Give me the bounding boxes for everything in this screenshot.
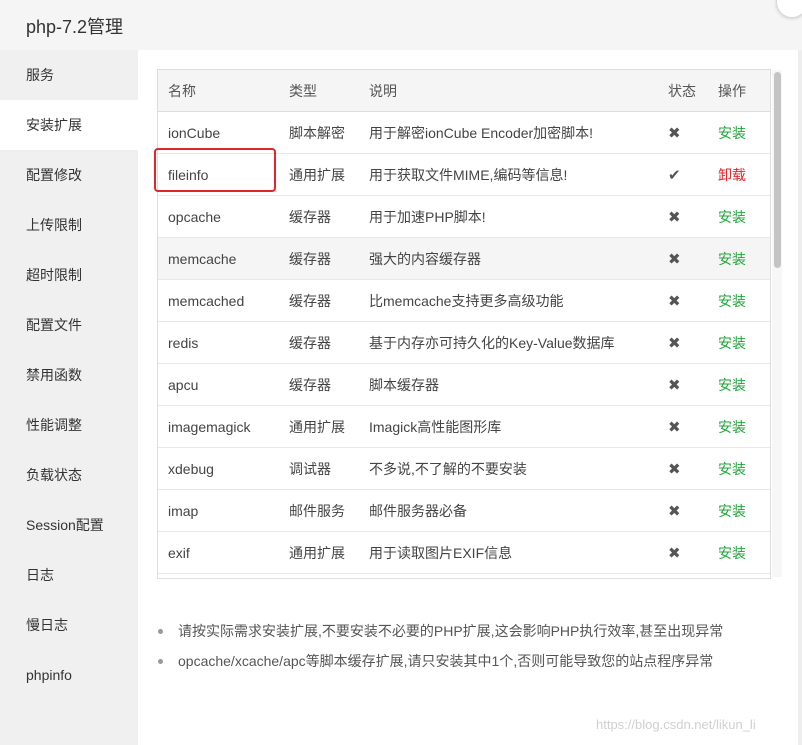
- ext-desc-cell: 邮件服务器必备: [359, 489, 658, 532]
- sidebar-item-timeout-limit[interactable]: 超时限制: [0, 250, 138, 300]
- ext-name-cell: xdebug: [158, 447, 279, 490]
- status-cross-icon: ✖: [658, 489, 708, 532]
- sidebar-item-session-config[interactable]: Session配置: [0, 500, 138, 550]
- install-button[interactable]: 安装: [708, 279, 770, 322]
- table-row: apcu 缓存器 脚本缓存器 ✖ 安装: [158, 363, 770, 406]
- status-check-icon: ✔: [658, 153, 708, 196]
- sidebar: 服务 安装扩展 配置修改 上传限制 超时限制 配置文件 禁用函数 性能调整 负载…: [0, 50, 138, 745]
- header-type: 类型: [279, 70, 359, 112]
- status-cross-icon: ✖: [658, 405, 708, 448]
- install-button[interactable]: 安装: [708, 447, 770, 490]
- install-button[interactable]: 安装: [708, 531, 770, 574]
- ext-name-cell: imap: [158, 489, 279, 532]
- install-button[interactable]: 安装: [708, 489, 770, 532]
- ext-desc-cell: 比memcache支持更多高级功能: [359, 279, 658, 322]
- ext-desc-cell: 用于读取图片EXIF信息: [359, 531, 658, 574]
- table-row: opcache 缓存器 用于加速PHP脚本! ✖ 安装: [158, 195, 770, 238]
- status-cross-icon: ✖: [658, 195, 708, 238]
- notes-list: 请按实际需求安装扩展,不要安装不必要的PHP扩展,这会影响PHP执行效率,甚至出…: [158, 616, 723, 676]
- ext-type-cell: 缓存器: [279, 237, 359, 280]
- ext-desc-cell: 脚本缓存器: [359, 363, 658, 406]
- ext-desc-cell: Imagick高性能图形库: [359, 405, 658, 448]
- ext-type-cell: 通用扩展: [279, 153, 359, 196]
- install-button[interactable]: 安装: [708, 405, 770, 448]
- table-header-row: 名称 类型 说明 状态 操作: [158, 70, 770, 112]
- status-cross-icon: ✖: [658, 573, 708, 578]
- sidebar-item-performance[interactable]: 性能调整: [0, 400, 138, 450]
- ext-type-cell: 通用扩展: [279, 531, 359, 574]
- install-button[interactable]: 安装: [708, 237, 770, 280]
- header-desc: 说明: [359, 70, 658, 112]
- install-button[interactable]: 安装: [708, 573, 770, 578]
- sidebar-item-phpinfo[interactable]: phpinfo: [0, 650, 138, 700]
- status-cross-icon: ✖: [658, 111, 708, 154]
- status-cross-icon: ✖: [658, 531, 708, 574]
- status-cross-icon: ✖: [658, 279, 708, 322]
- status-cross-icon: ✖: [658, 237, 708, 280]
- ext-type-cell: 脚本解密: [279, 111, 359, 154]
- ext-name-cell: opcache: [158, 195, 279, 238]
- table-row: xdebug 调试器 不多说,不了解的不要安装 ✖ 安装: [158, 447, 770, 490]
- highlight-annotation: [154, 148, 276, 192]
- watermark: https://blog.csdn.net/likun_li: [596, 717, 756, 732]
- sidebar-item-disabled-functions[interactable]: 禁用函数: [0, 350, 138, 400]
- ext-type-cell: 通用扩展: [279, 405, 359, 448]
- uninstall-button[interactable]: 卸载: [708, 153, 770, 196]
- header-name: 名称: [158, 70, 279, 112]
- modal-header: php-7.2管理: [0, 0, 802, 51]
- table-row: redis 缓存器 基于内存亦可持久化的Key-Value数据库 ✖ 安装: [158, 321, 770, 364]
- sidebar-item-service[interactable]: 服务: [0, 50, 138, 100]
- ext-type-cell: 邮件服务: [279, 489, 359, 532]
- table-row: memcached 缓存器 比memcache支持更多高级功能 ✖ 安装: [158, 279, 770, 322]
- ext-name-cell: intl: [158, 573, 279, 578]
- ext-type-cell: 缓存器: [279, 195, 359, 238]
- note-item: 请按实际需求安装扩展,不要安装不必要的PHP扩展,这会影响PHP执行效率,甚至出…: [158, 616, 723, 646]
- scrollbar-thumb[interactable]: [774, 72, 781, 268]
- ext-type-cell: 缓存器: [279, 321, 359, 364]
- ext-desc-cell: 用于获取文件MIME,编码等信息!: [359, 153, 658, 196]
- ext-name-cell: memcache: [158, 237, 279, 280]
- table-row: imap 邮件服务 邮件服务器必备 ✖ 安装: [158, 489, 770, 532]
- install-button[interactable]: 安装: [708, 363, 770, 406]
- sidebar-item-log[interactable]: 日志: [0, 550, 138, 600]
- sidebar-item-slow-log[interactable]: 慢日志: [0, 600, 138, 650]
- ext-desc-cell: 提供国际化支持: [359, 573, 658, 578]
- status-cross-icon: ✖: [658, 321, 708, 364]
- ext-desc-cell: 用于解密ionCube Encoder加密脚本!: [359, 111, 658, 154]
- ext-name-cell: imagemagick: [158, 405, 279, 448]
- status-cross-icon: ✖: [658, 447, 708, 490]
- extensions-table: 名称 类型 说明 状态 操作 ionCube 脚本解密 用于解密ionCube En…: [157, 69, 771, 579]
- install-button[interactable]: 安装: [708, 321, 770, 364]
- table-row: memcache 缓存器 强大的内容缓存器 ✖ 安装: [158, 237, 770, 280]
- ext-desc-cell: 基于内存亦可持久化的Key-Value数据库: [359, 321, 658, 364]
- ext-type-cell: 缓存器: [279, 363, 359, 406]
- sidebar-item-install-extensions[interactable]: 安装扩展: [0, 100, 138, 150]
- table-row: exif 通用扩展 用于读取图片EXIF信息 ✖ 安装: [158, 531, 770, 574]
- sidebar-item-config-file[interactable]: 配置文件: [0, 300, 138, 350]
- note-item: opcache/xcache/apc等脚本缓存扩展,请只安装其中1个,否则可能导…: [158, 646, 723, 676]
- install-button[interactable]: 安装: [708, 111, 770, 154]
- modal-edge: [798, 50, 802, 745]
- status-cross-icon: ✖: [658, 363, 708, 406]
- header-status: 状态: [658, 70, 708, 112]
- ext-desc-cell: 强大的内容缓存器: [359, 237, 658, 280]
- modal-title: php-7.2管理: [26, 17, 124, 37]
- sidebar-item-load-status[interactable]: 负载状态: [0, 450, 138, 500]
- ext-type-cell: 调试器: [279, 447, 359, 490]
- install-button[interactable]: 安装: [708, 195, 770, 238]
- ext-name-cell: apcu: [158, 363, 279, 406]
- sidebar-item-config-edit[interactable]: 配置修改: [0, 150, 138, 200]
- ext-desc-cell: 不多说,不了解的不要安装: [359, 447, 658, 490]
- ext-name-cell: exif: [158, 531, 279, 574]
- ext-desc-cell: 用于加速PHP脚本!: [359, 195, 658, 238]
- ext-name-cell: memcached: [158, 279, 279, 322]
- sidebar-item-upload-limit[interactable]: 上传限制: [0, 200, 138, 250]
- table-row: imagemagick 通用扩展 Imagick高性能图形库 ✖ 安装: [158, 405, 770, 448]
- header-op: 操作: [708, 70, 770, 112]
- ext-type-cell: 通用扩展: [279, 573, 359, 578]
- ext-name-cell: redis: [158, 321, 279, 364]
- ext-type-cell: 缓存器: [279, 279, 359, 322]
- table-row: intl通用扩展提供国际化支持✖安装: [158, 573, 770, 578]
